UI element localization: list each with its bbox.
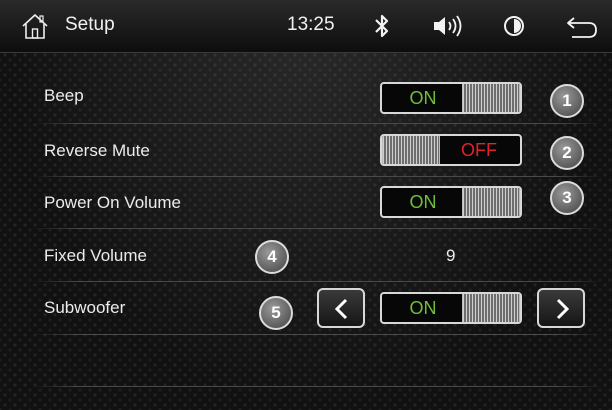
bluetooth-icon[interactable] — [374, 12, 390, 40]
row-divider — [34, 176, 602, 177]
subwoofer-label: Subwoofer — [44, 298, 126, 317]
beep-label: Beep — [44, 86, 84, 105]
setup-screen: Setup 13:25 Beep ON 1 Reverse Mute OFF 2… — [0, 0, 612, 410]
clock-time: 13:25 — [287, 14, 335, 35]
callout-badge-2: 2 — [550, 136, 584, 170]
beep-toggle[interactable]: ON — [380, 82, 522, 114]
subwoofer-prev-button[interactable] — [317, 288, 365, 328]
reverse-mute-label: Reverse Mute — [44, 141, 150, 160]
row-divider — [34, 228, 602, 229]
fixed-volume-value[interactable]: 9 — [446, 246, 455, 266]
row-divider — [34, 281, 602, 282]
subwoofer-toggle[interactable]: ON — [380, 292, 522, 324]
toggle-knob — [462, 84, 520, 112]
brightness-icon[interactable] — [503, 15, 525, 37]
top-bar: Setup 13:25 — [0, 0, 612, 53]
reverse-mute-toggle[interactable]: OFF — [380, 134, 522, 166]
callout-badge-1: 1 — [550, 84, 584, 118]
page-title: Setup — [65, 14, 115, 35]
callout-badge-3: 3 — [550, 181, 584, 215]
subwoofer-next-button[interactable] — [537, 288, 585, 328]
home-icon[interactable] — [20, 12, 50, 40]
power-on-volume-toggle[interactable]: ON — [380, 186, 522, 218]
beep-toggle-state: ON — [409, 87, 437, 108]
reverse-mute-toggle-state: OFF — [461, 139, 497, 160]
toggle-knob — [462, 294, 520, 322]
row-divider — [34, 334, 602, 335]
fixed-volume-label: Fixed Volume — [44, 246, 147, 265]
power-on-volume-label: Power On Volume — [44, 193, 182, 212]
row-divider — [34, 123, 602, 124]
toggle-knob — [462, 188, 520, 216]
power-on-volume-toggle-state: ON — [409, 191, 437, 212]
toggle-knob — [382, 136, 440, 164]
volume-icon[interactable] — [432, 13, 464, 39]
row-divider — [34, 386, 602, 387]
back-icon[interactable] — [565, 12, 599, 40]
callout-badge-4: 4 — [255, 240, 289, 274]
subwoofer-toggle-state: ON — [409, 297, 437, 318]
callout-badge-5: 5 — [259, 296, 293, 330]
